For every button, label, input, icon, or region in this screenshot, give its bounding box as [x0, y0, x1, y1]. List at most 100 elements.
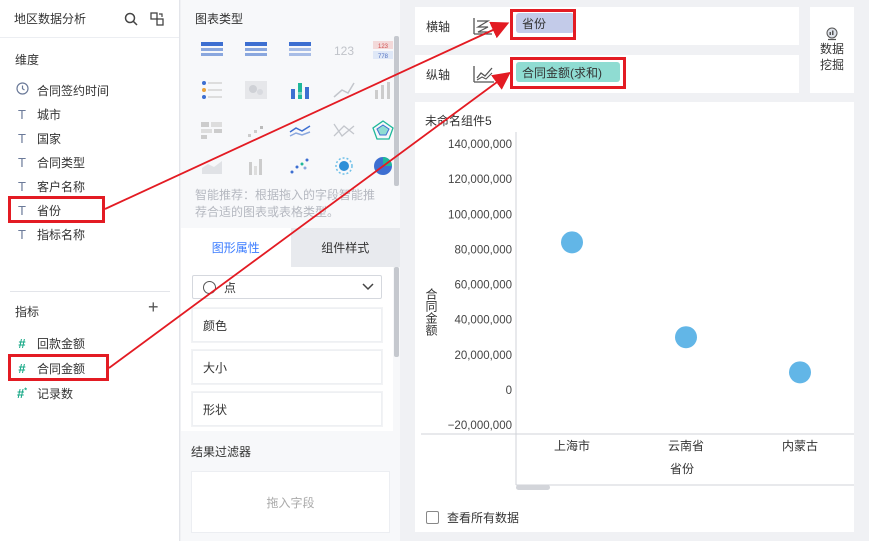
clock-icon: [15, 82, 29, 98]
drop-hint: 拖入字段: [266, 495, 315, 510]
dimension-item-city[interactable]: T 城市: [15, 104, 61, 124]
chart-horizontal-scrollbar[interactable]: [516, 485, 550, 490]
treemap-icon[interactable]: [200, 120, 224, 140]
point-shape-icon: [203, 280, 216, 294]
list-chart-icon[interactable]: [200, 80, 224, 100]
smart-recommendation-text: 智能推荐：根据拖入的字段智能推荐合适的图表或表格类型。: [195, 188, 376, 219]
measure-item-record-count[interactable]: #* 记录数: [15, 383, 73, 403]
y-axis-label: 纵轴: [426, 67, 451, 82]
y-tick-label: 40,000,000: [454, 315, 512, 327]
size-property[interactable]: 大小: [192, 350, 382, 384]
chart-panel: 未命名组件5 140,000,000 120,000,000 100,000,000…: [415, 102, 854, 532]
cross-table-icon[interactable]: [244, 40, 268, 60]
pie-chart-icon[interactable]: [371, 156, 395, 176]
x-axis-label: 横轴: [426, 19, 451, 34]
y-axis-title: 合同金额: [424, 287, 438, 337]
table-icon[interactable]: [200, 40, 224, 60]
bar-chart-icon[interactable]: [371, 80, 395, 100]
shape-property[interactable]: 形状: [192, 392, 382, 426]
measure-item-payment[interactable]: # 回款金额: [15, 333, 85, 353]
kpi-card-icon[interactable]: 123 778: [371, 40, 395, 60]
dimension-label: 城市: [37, 107, 62, 122]
scatter-point[interactable]: [675, 326, 697, 349]
chart-type-label: 图表类型: [195, 12, 244, 26]
bubble-cluster-icon[interactable]: [332, 156, 356, 176]
mark-shape-value: 点: [224, 280, 237, 295]
dot-trend-icon[interactable]: [244, 120, 268, 140]
measure-label: 回款金额: [37, 336, 86, 351]
color-property[interactable]: 颜色: [192, 308, 382, 342]
x-tick-label: 云南省: [668, 438, 704, 453]
count-type-icon: #*: [17, 385, 27, 401]
x-axis-title: 省份: [670, 462, 694, 476]
chart-workspace: 横轴 省份 纵轴 合同金额(求和) 数据 挖掘 未命名组件5 140,000,0…: [400, 0, 869, 541]
text-type-icon: T: [18, 178, 26, 194]
chevron-down-icon: [362, 283, 374, 291]
filter-drop-zone[interactable]: 拖入字段: [191, 471, 390, 533]
detail-table-icon[interactable]: [288, 40, 312, 60]
y-axis-icon[interactable]: [472, 63, 500, 85]
data-mining-label-2: 挖掘: [819, 58, 844, 72]
dimension-label: 客户名称: [37, 179, 86, 194]
dimension-item-metric-name[interactable]: T 指标名称: [15, 224, 85, 244]
result-filter-title: 结果过滤器: [191, 445, 252, 459]
measure-section-label: 指标: [15, 305, 40, 319]
dimension-label: 国家: [37, 131, 62, 146]
dimension-item-country[interactable]: T 国家: [15, 128, 61, 148]
scatter-point[interactable]: [561, 231, 583, 254]
text-type-icon: T: [18, 130, 26, 146]
multi-line-icon[interactable]: [288, 120, 312, 140]
dimension-item-contract-date[interactable]: 合同签约时间: [15, 80, 109, 100]
text-type-icon: T: [18, 106, 26, 122]
scatter-chart: 140,000,000 120,000,000 100,000,000 80,000,…: [421, 132, 854, 486]
crossing-lines-icon[interactable]: [332, 120, 356, 140]
scatter-point[interactable]: [789, 361, 811, 384]
kpi-number-icon[interactable]: 123: [332, 40, 356, 60]
add-measure-icon[interactable]: +: [148, 297, 159, 318]
province-highlight-box: [8, 196, 105, 223]
dimension-label: 合同类型: [37, 155, 86, 170]
x-axis-icon[interactable]: [472, 15, 500, 37]
stacked-bar-icon[interactable]: [288, 80, 312, 100]
field-panel: 地区数据分析 维度 合同签约时间 T 城市 T 国家 T 合同类型 T 客户名称 T 省份…: [0, 0, 180, 541]
radar-icon[interactable]: [371, 120, 395, 140]
dimension-label: 指标名称: [37, 227, 86, 242]
x-axis-shelf[interactable]: 横轴: [415, 7, 799, 45]
y-field-highlight-box: [510, 57, 626, 89]
y-tick-label: 20,000,000: [454, 350, 512, 362]
search-icon[interactable]: [123, 11, 139, 27]
dimension-item-customer[interactable]: T 客户名称: [15, 176, 85, 196]
y-tick-label: 80,000,000: [454, 244, 512, 256]
y-tick-label: 140,000,000: [448, 139, 512, 151]
y-tick-label: 100,000,000: [448, 209, 512, 221]
properties-scrollbar[interactable]: [394, 267, 399, 357]
area-chart-icon[interactable]: [200, 156, 224, 176]
show-all-data-checkbox[interactable]: 查看所有数据: [426, 509, 519, 526]
map-heat-icon[interactable]: [244, 80, 268, 100]
y-tick-label: 0: [506, 385, 512, 397]
scatter-icon[interactable]: [288, 156, 312, 176]
switch-dataset-icon[interactable]: [149, 11, 165, 27]
dataset-title: 地区数据分析: [14, 12, 87, 26]
show-all-data-label: 查看所有数据: [447, 511, 520, 525]
svg-text:123: 123: [378, 44, 389, 50]
contract-amount-highlight-box: [8, 354, 109, 381]
x-tick-label: 上海市: [554, 438, 590, 453]
tab-graph-properties[interactable]: 图形属性: [181, 228, 291, 267]
trend-line-icon[interactable]: [332, 80, 356, 100]
y-tick-label: 120,000,000: [448, 174, 512, 186]
dimension-item-contract-type[interactable]: T 合同类型: [15, 152, 85, 172]
measure-label: 记录数: [37, 386, 74, 401]
text-type-icon: T: [18, 226, 26, 242]
checkbox-box[interactable]: [426, 511, 439, 524]
data-mining-icon: [826, 27, 838, 41]
x-tick-label: 内蒙古: [782, 438, 818, 453]
mark-shape-select[interactable]: 点: [192, 275, 382, 299]
data-mining-button[interactable]: 数据 挖掘: [810, 7, 854, 93]
tab-component-style[interactable]: 组件样式: [290, 228, 400, 267]
data-mining-label-1: 数据: [819, 42, 844, 56]
graph-properties-body: 点 颜色 大小 形状: [181, 267, 393, 431]
column-group-icon[interactable]: [244, 156, 268, 176]
chart-config-panel: 图表类型 123 123 778 智能推荐：根据拖入的字段智能推荐合适的图表或表格…: [181, 0, 400, 541]
dimension-label: 合同签约时间: [37, 83, 110, 98]
